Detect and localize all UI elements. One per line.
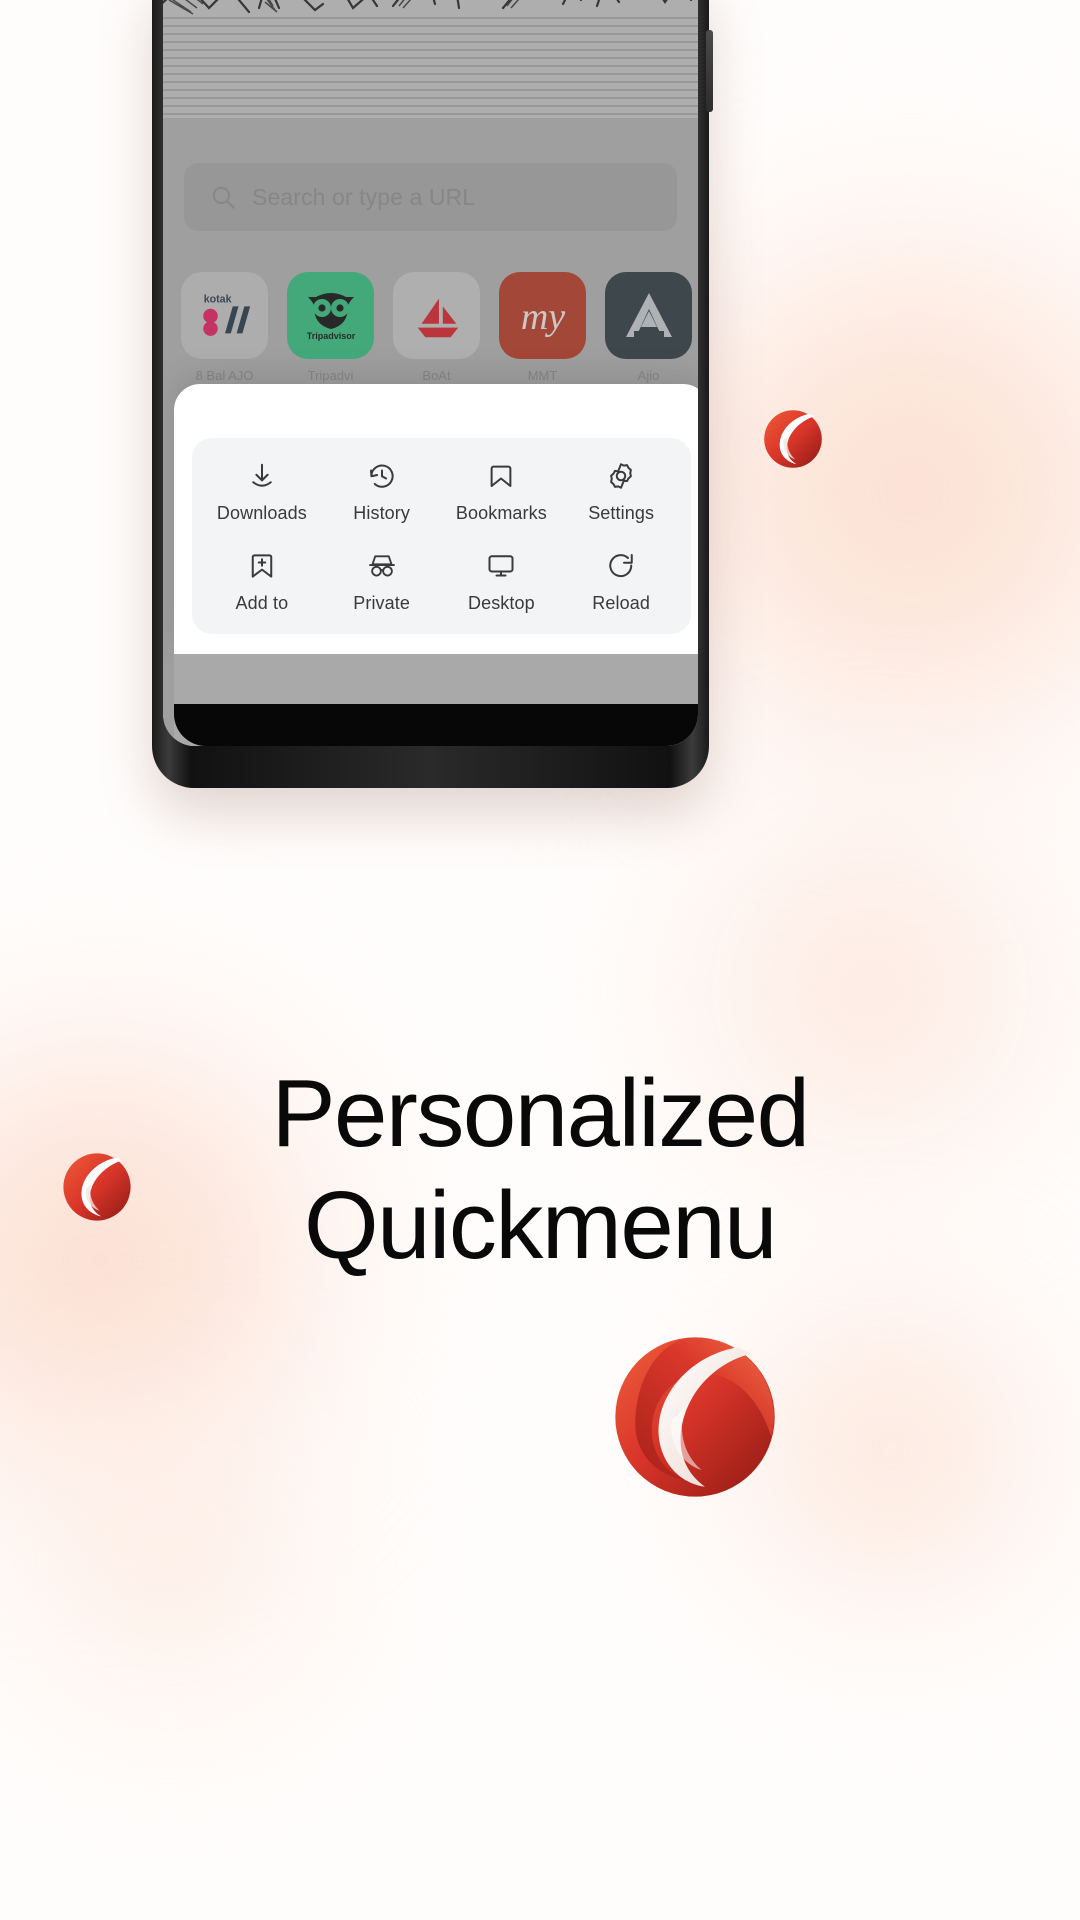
quickmenu-item-settings[interactable]: Settings [561, 460, 681, 524]
phone-side-button [706, 30, 713, 112]
page-title: Personalized Quickmenu [0, 1058, 1080, 1283]
quickmenu-label: Downloads [216, 503, 307, 523]
quickmenu-label: Reload [592, 593, 650, 613]
quickmenu-item-reload[interactable]: Reload [561, 550, 681, 614]
quickmenu-grid: Downloads History Bookmarks Settings Add… [192, 438, 691, 634]
gear-icon [605, 460, 637, 492]
quickmenu-item-downloads[interactable]: Downloads [202, 460, 322, 524]
quickmenu-label: Desktop [468, 593, 535, 613]
quickmenu-item-bookmarks[interactable]: Bookmarks [442, 460, 562, 524]
quickmenu-item-desktop[interactable]: Desktop [442, 550, 562, 614]
quickmenu-item-history[interactable]: History [322, 460, 442, 524]
download-icon [246, 460, 278, 492]
phone-bottom-bezel [174, 704, 698, 746]
opera-logo-badge [63, 1153, 131, 1221]
quickmenu-item-add-to[interactable]: Add to [202, 550, 322, 614]
opera-logo [615, 1337, 775, 1497]
page-title-line2: Quickmenu [303, 1172, 778, 1280]
history-clock-icon [366, 460, 398, 492]
phone-screen: Search or type a URL kotak 8 Bal AJO Tri… [163, 0, 698, 746]
quickmenu-item-private[interactable]: Private [322, 550, 442, 614]
quickmenu-label: Private [353, 593, 410, 613]
quickmenu-label: History [353, 503, 410, 523]
page-title-line1: Personalized [271, 1060, 811, 1167]
quickmenu-label: Bookmarks [455, 503, 547, 523]
phone-mockup: Search or type a URL kotak 8 Bal AJO Tri… [152, 0, 713, 788]
quickmenu-label: Settings [588, 503, 655, 523]
add-to-bookmark-icon [246, 550, 278, 582]
private-incognito-icon [366, 550, 398, 582]
opera-logo-badge-small [764, 410, 822, 468]
quickmenu-label: Add to [235, 593, 289, 613]
desktop-monitor-icon [485, 550, 517, 582]
reload-refresh-icon [605, 550, 637, 582]
bookmark-icon [485, 460, 517, 492]
quickmenu-sheet: Downloads History Bookmarks Settings Add… [174, 384, 698, 654]
